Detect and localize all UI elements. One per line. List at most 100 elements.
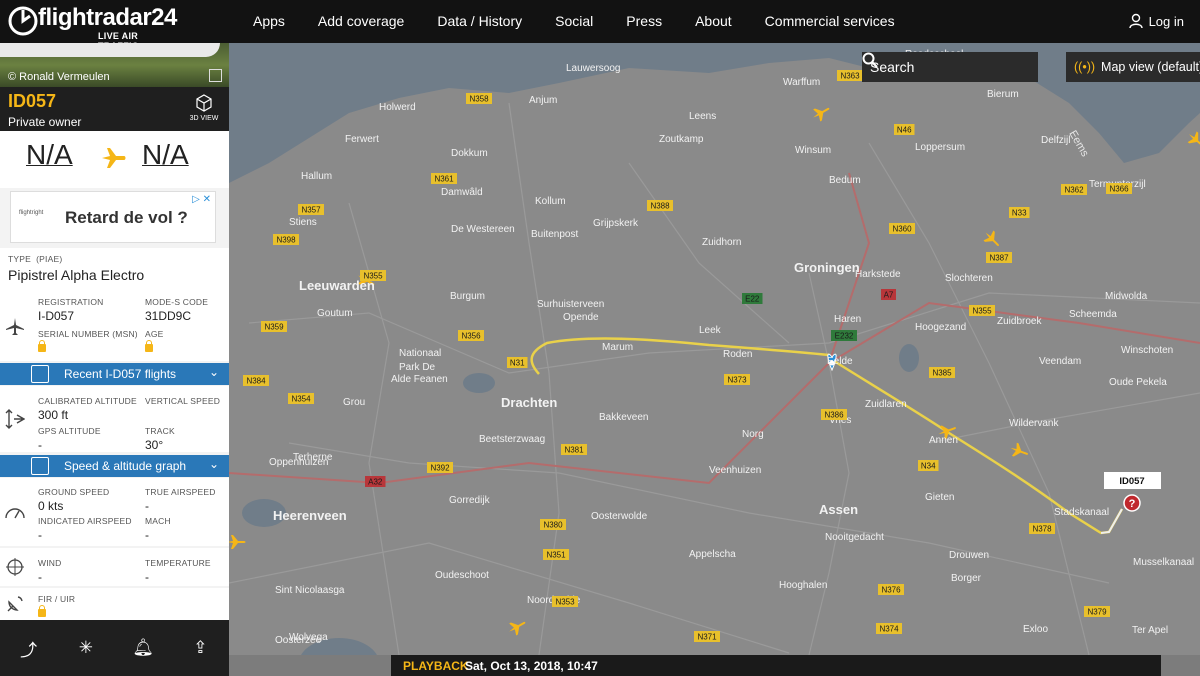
road-shield: N376 (878, 584, 904, 595)
road-shield: N360 (889, 223, 915, 234)
road-shield: N354 (288, 393, 314, 404)
map-bottom-edge (1161, 655, 1200, 676)
playback-bar[interactable]: PLAYBACK Sat, Oct 13, 2018, 10:47 (391, 655, 1161, 676)
recent-flights-label: Recent I-D057 flights (64, 367, 177, 381)
city-label: Zuidhorn (702, 237, 741, 248)
svg-text:N358: N358 (469, 95, 489, 104)
aircraft-icon[interactable] (506, 616, 529, 637)
altitude-icon (5, 409, 25, 429)
nav-add-coverage[interactable]: Add coverage (318, 13, 404, 29)
radar-ring-icon (8, 6, 38, 36)
road-shield: N363 (837, 70, 863, 81)
map-view-label: Map view (default) (1101, 60, 1200, 74)
aircraft-marker[interactable]: ID057 ? (1104, 472, 1161, 512)
city-label: Veendam (1039, 356, 1081, 367)
flight-map[interactable]: ID057 ? Groningen Leeuwarden Drachten Assen… (229, 43, 1200, 655)
map-bottom-edge (229, 655, 391, 676)
speedometer-icon (5, 508, 25, 519)
lock-icon[interactable] (38, 605, 46, 617)
city-label: Wildervank (1009, 418, 1059, 429)
origin-code[interactable]: N/A (26, 139, 73, 171)
road-shield: N366 (1106, 183, 1132, 194)
road-shield: N386 (821, 409, 847, 420)
fir-section: FIR / UIR (0, 588, 229, 620)
type-name: Pipistrel Alpha Electro (8, 267, 145, 283)
road-shield: N384 (243, 375, 269, 386)
map-view-button[interactable]: ((•)) Map view (default) (1066, 52, 1200, 82)
aircraft-photo[interactable]: © Ronald Vermeulen (0, 43, 229, 87)
lake (899, 344, 919, 372)
city-label: Oude Pekela (1109, 377, 1167, 388)
road-network (229, 102, 1200, 655)
city-label: Damwâld (441, 187, 483, 198)
city-label: Midwolda (1105, 291, 1148, 302)
photo-credit: © Ronald Vermeulen (8, 71, 110, 83)
login-button[interactable]: Log in (1128, 13, 1184, 29)
nav-social[interactable]: Social (555, 13, 593, 29)
route-icon[interactable]: ⤴ (9, 636, 49, 661)
aircraft-icon[interactable] (810, 102, 833, 123)
logo-text: flightradar24 (38, 4, 177, 31)
ad-choices-icon[interactable]: ▷ ✕ (192, 194, 211, 205)
nav-commercial-services[interactable]: Commercial services (765, 13, 895, 29)
lock-icon[interactable] (145, 340, 153, 352)
aircraft-icon[interactable] (229, 535, 246, 549)
graph-icon (31, 457, 49, 475)
road-shield: N351 (543, 549, 569, 560)
nav-apps[interactable]: Apps (253, 13, 285, 29)
city-label: Hallum (301, 171, 332, 182)
nav-about[interactable]: About (695, 13, 732, 29)
road-shield: N387 (986, 252, 1012, 263)
aircraft-icon[interactable] (1185, 129, 1200, 152)
recent-flights-toggle[interactable]: Recent I-D057 flights ⌄ (0, 363, 229, 385)
svg-text:N33: N33 (1012, 209, 1027, 218)
road-shield: N361 (431, 173, 457, 184)
city-label: Holwerd (379, 102, 416, 113)
svg-text:N353: N353 (555, 598, 575, 607)
svg-text:N398: N398 (276, 236, 296, 245)
city-label: Eelde (827, 356, 853, 367)
city-label: Ferwert (345, 134, 379, 145)
city-label: Beetsterzwaag (479, 434, 545, 445)
fir-label: FIR / UIR (38, 594, 76, 604)
lock-icon[interactable] (38, 340, 46, 352)
svg-text:N359: N359 (264, 323, 284, 332)
svg-text:N355: N355 (972, 307, 992, 316)
aircraft-type: TYPE (PIAE) Pipistrel Alpha Electro (0, 248, 229, 293)
playback-time: Sat, Oct 13, 2018, 10:47 (465, 659, 598, 673)
city-label: De Westereen (451, 224, 515, 235)
age-label: AGE (145, 329, 164, 339)
svg-text:A32: A32 (368, 478, 383, 487)
road-shield: N381 (561, 444, 587, 455)
external-link-icon[interactable] (209, 69, 222, 82)
search-box[interactable]: Search (862, 52, 1038, 82)
map-canvas[interactable]: ID057 ? GroningenLeeuwardenDrachtenAssen… (229, 43, 1200, 655)
road-labels: N358 N361 N363 N46 N357 N398 N355 N388 N366 N362 N… (243, 70, 1132, 642)
speed-altitude-graph-toggle[interactable]: Speed & altitude graph ⌄ (0, 455, 229, 477)
city-label: Exloo (1023, 624, 1048, 635)
gps-altitude-label: GPS ALTITUDE (38, 426, 101, 436)
type-code: (PIAE) (36, 254, 63, 264)
city-label: Drachten (501, 395, 557, 410)
track-label: TRACK (145, 426, 175, 436)
center-aircraft-icon[interactable]: ✳ (66, 638, 106, 658)
city-label: Burgum (450, 291, 485, 302)
svg-text:N380: N380 (543, 521, 563, 530)
svg-text:N351: N351 (546, 551, 566, 560)
nav-press[interactable]: Press (626, 13, 662, 29)
3d-view-button[interactable]: 3D VIEW (188, 93, 220, 122)
city-label: Delfzijl (1041, 135, 1070, 146)
registration-value: I-D057 (38, 309, 75, 323)
flightradar24-logo[interactable]: flightradar24 LIVE AIR TRAFFIC (8, 4, 178, 51)
advertisement[interactable]: flightright Retard de vol ? ▷ ✕ (10, 191, 216, 243)
nav-data-history[interactable]: Data / History (437, 13, 522, 29)
destination-code[interactable]: N/A (142, 139, 189, 171)
indicated-airspeed-value: - (38, 528, 42, 542)
city-label: Loppersum (915, 142, 965, 153)
svg-text:N379: N379 (1087, 608, 1107, 617)
share-icon[interactable]: ⇪ (180, 638, 220, 658)
alert-bell-icon[interactable]: 🔔︎ (123, 638, 163, 658)
aircraft-icon[interactable] (981, 228, 1004, 251)
road-shield: N357 (298, 204, 324, 215)
city-label: Marum (602, 342, 633, 353)
